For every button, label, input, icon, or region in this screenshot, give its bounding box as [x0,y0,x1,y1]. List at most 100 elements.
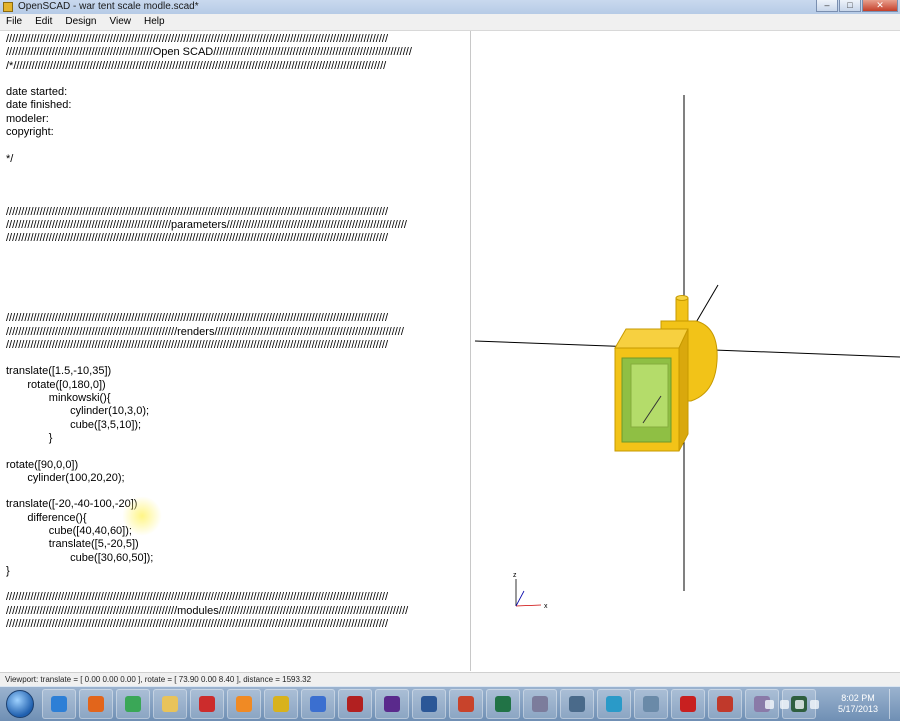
code-line[interactable]: translate([-20,-40-100,-20]) [6,498,470,511]
code-line[interactable] [6,73,470,86]
taskbar-visual-studio-button[interactable] [375,689,409,719]
taskbar-rhino-button[interactable] [338,689,372,719]
taskbar-chrome-button[interactable] [116,689,150,719]
box-inner-back [630,363,669,428]
code-text[interactable]: ////////////////////////////////////////… [6,33,470,631]
taskbar-word-button[interactable] [412,689,446,719]
clock-time: 8:02 PM [841,693,875,703]
tray-flag-icon[interactable] [795,699,804,709]
code-line[interactable]: } [6,432,470,445]
taskbar-ccleaner-button[interactable] [301,689,335,719]
openscad-app-icon [3,2,13,12]
code-line[interactable]: cube([3,5,10]); [6,419,470,432]
taskbar-app-photo-button[interactable] [634,689,668,719]
code-line[interactable] [6,166,470,179]
chimney-body [675,297,689,325]
code-line[interactable]: ////////////////////////////////////////… [6,46,470,59]
taskbar-app-clock-button[interactable] [523,689,557,719]
taskbar-flash-button[interactable] [708,689,742,719]
taskbar-excel-button[interactable] [486,689,520,719]
code-line[interactable]: ////////////////////////////////////////… [6,605,470,618]
code-line[interactable]: ////////////////////////////////////////… [6,33,470,46]
app-red-icon [199,696,215,712]
code-line[interactable] [6,272,470,285]
show-desktop-button[interactable] [889,689,900,719]
code-line[interactable]: ////////////////////////////////////////… [6,618,470,631]
code-line[interactable]: cube([40,40,60]); [6,525,470,538]
app-clock-icon [532,696,548,712]
code-line[interactable] [6,259,470,272]
code-line[interactable]: ////////////////////////////////////////… [6,326,470,339]
chrome-icon [125,696,141,712]
tray-network-icon[interactable] [780,699,789,709]
taskbar-openscad-button[interactable] [264,689,298,719]
window-title-bar: OpenSCAD - war tent scale modle.scad* – … [0,0,900,14]
taskbar-app-tools-button[interactable] [560,689,594,719]
menu-design[interactable]: Design [59,14,103,30]
axis-indicator-y [515,590,525,607]
code-line[interactable]: difference(){ [6,512,470,525]
menu-edit[interactable]: Edit [29,14,59,30]
code-line[interactable]: */ [6,153,470,166]
code-line[interactable]: ////////////////////////////////////////… [6,232,470,245]
menu-file[interactable]: File [0,14,29,30]
code-line[interactable]: cylinder(10,3,0); [6,405,470,418]
code-line[interactable]: ////////////////////////////////////////… [6,206,470,219]
flash-icon [717,696,733,712]
menu-help[interactable]: Help [138,14,172,30]
taskbar-apps [42,689,819,719]
code-line[interactable] [6,352,470,365]
taskbar-app-red2-button[interactable] [671,689,705,719]
code-line[interactable]: rotate([0,180,0]) [6,379,470,392]
start-button[interactable] [6,690,34,718]
code-editor[interactable]: ////////////////////////////////////////… [4,31,471,671]
code-line[interactable]: } [6,565,470,578]
code-line[interactable]: copyright: [6,126,470,139]
code-line[interactable]: rotate([90,0,0]) [6,459,470,472]
explorer-icon [162,696,178,712]
code-line[interactable] [6,246,470,259]
code-line[interactable]: cube([30,60,50]); [6,552,470,565]
openscad-icon [273,696,289,712]
code-line[interactable] [6,445,470,458]
code-line[interactable] [6,485,470,498]
code-line[interactable]: date started: [6,86,470,99]
taskbar-app-screen-button[interactable] [597,689,631,719]
code-line[interactable]: ////////////////////////////////////////… [6,219,470,232]
taskbar-explorer-button[interactable] [153,689,187,719]
rhino-icon [347,696,363,712]
taskbar-firefox-button[interactable] [79,689,113,719]
window-controls: – □ ✕ [815,0,898,13]
tray-volume-icon[interactable] [810,699,819,709]
minimize-button[interactable]: – [816,0,838,12]
code-line[interactable] [6,299,470,312]
code-line[interactable] [6,286,470,299]
taskbar-powerpoint-button[interactable] [449,689,483,719]
code-line[interactable]: cylinder(100,20,20); [6,472,470,485]
tray-arrow-icon[interactable] [765,699,774,709]
code-line[interactable] [6,193,470,206]
code-line[interactable]: /*//////////////////////////////////////… [6,60,470,73]
code-line[interactable]: date finished: [6,99,470,112]
code-line[interactable]: ////////////////////////////////////////… [6,339,470,352]
code-line[interactable] [6,139,470,152]
code-line[interactable]: ////////////////////////////////////////… [6,591,470,604]
code-line[interactable]: translate([5,-20,5]) [6,538,470,551]
taskbar-clock[interactable]: 8:02 PM 5/17/2013 [827,693,889,715]
chimney-top [675,295,689,301]
code-line[interactable]: minkowski(){ [6,392,470,405]
taskbar-blender-button[interactable] [227,689,261,719]
maximize-button[interactable]: □ [839,0,861,12]
3d-viewport[interactable]: z x [471,31,900,671]
taskbar-app-red-button[interactable] [190,689,224,719]
code-line[interactable]: modeler: [6,113,470,126]
code-line[interactable] [6,179,470,192]
menu-bar: File Edit Design View Help [0,14,900,31]
close-button[interactable]: ✕ [862,0,898,12]
code-line[interactable]: ////////////////////////////////////////… [6,312,470,325]
code-line[interactable]: translate([1.5,-10,35]) [6,365,470,378]
tray-icons [759,699,819,709]
taskbar-ie-button[interactable] [42,689,76,719]
menu-view[interactable]: View [104,14,139,30]
code-line[interactable] [6,578,470,591]
